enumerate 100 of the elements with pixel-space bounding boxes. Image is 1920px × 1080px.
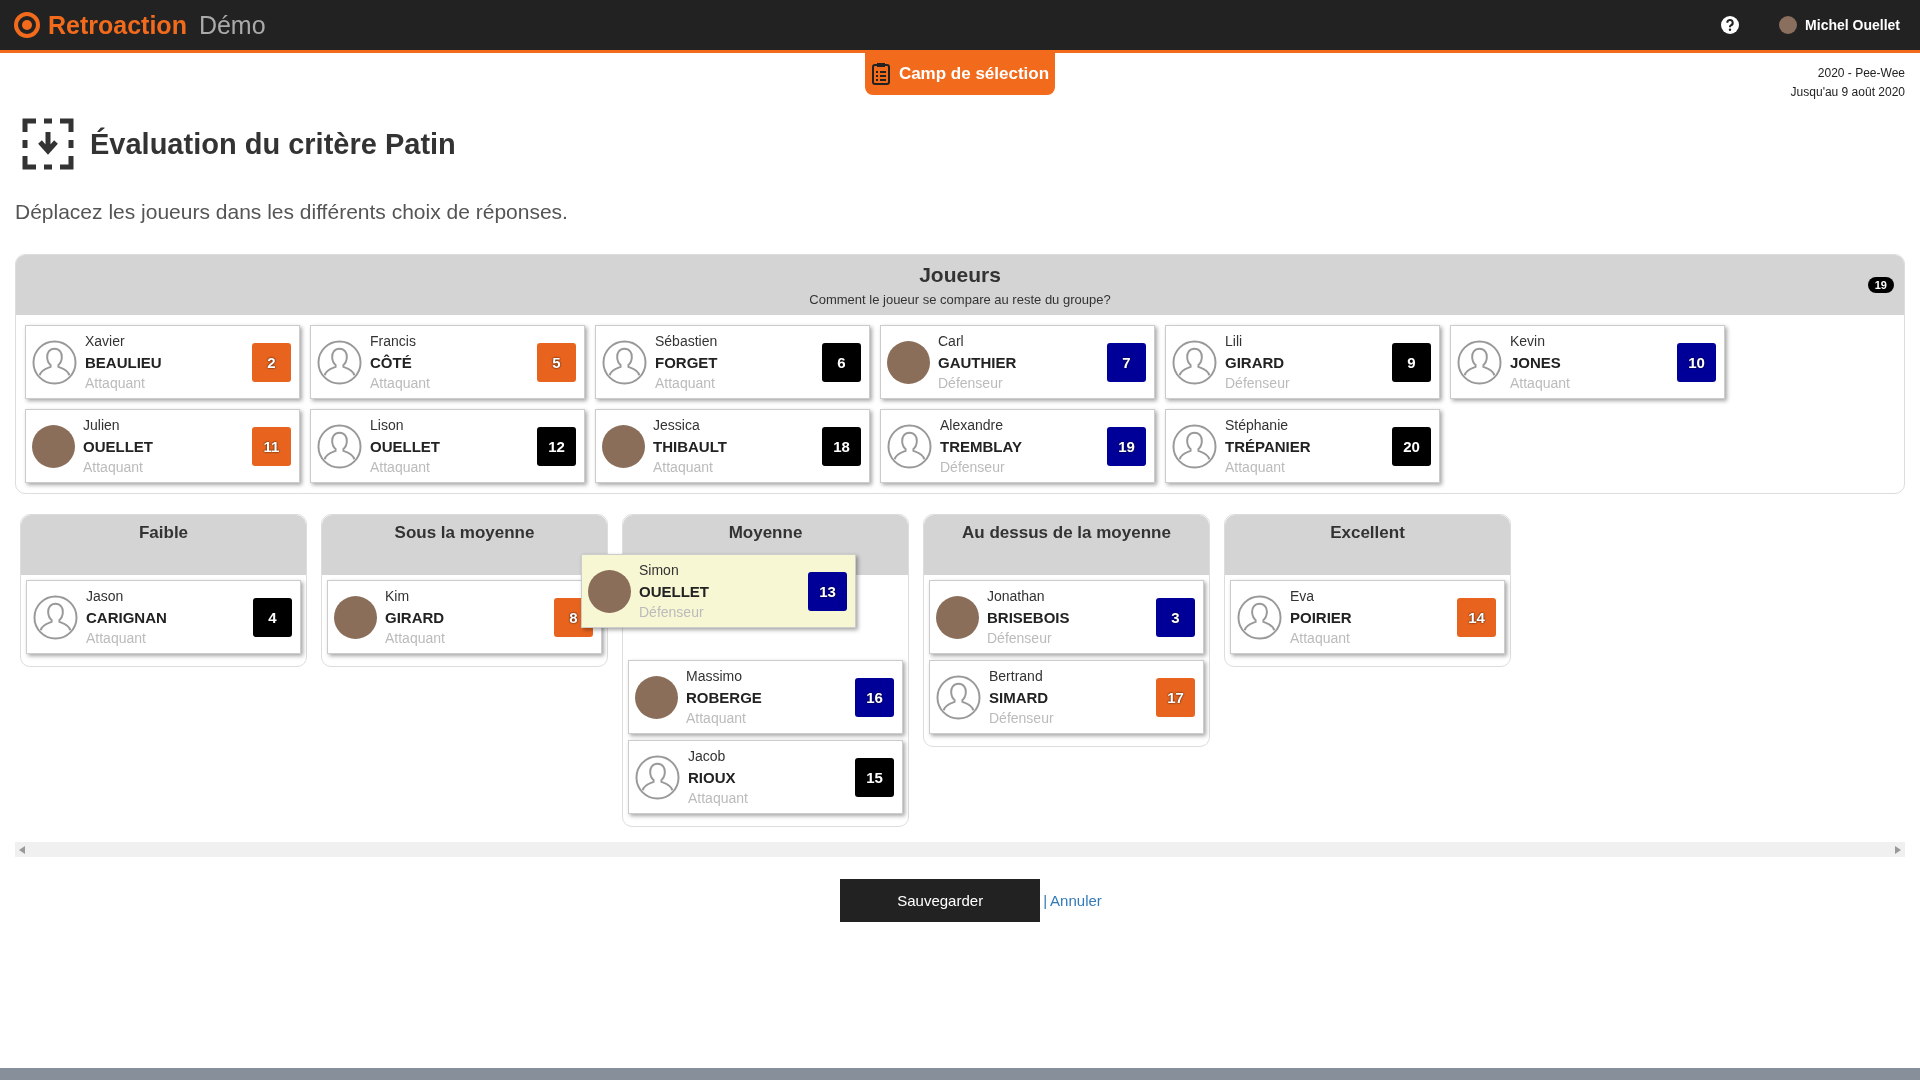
player-card[interactable]: Xavier BEAULIEU Attaquant 2 <box>25 325 300 399</box>
player-first-name: Kim <box>385 586 411 606</box>
page-title: Évaluation du critère Patin <box>90 127 456 161</box>
player-card[interactable]: Kevin JONES Attaquant 10 <box>1450 325 1725 399</box>
help-icon[interactable] <box>1721 16 1740 34</box>
player-first-name: Lison <box>370 415 405 435</box>
photo-placeholder <box>602 424 645 468</box>
player-position: Attaquant <box>83 457 144 477</box>
panel-title: Joueurs <box>919 263 1001 287</box>
player-last-name: JONES <box>1510 352 1562 373</box>
player-count: 19 <box>1867 277 1894 293</box>
player-first-name: Eva <box>1290 586 1316 606</box>
player-position: Attaquant <box>1225 457 1286 477</box>
player-card[interactable]: Simon OUELLET Défenseur 13 <box>581 554 856 628</box>
player-first-name: Francis <box>370 331 417 351</box>
person-silhouette-icon <box>936 674 981 720</box>
player-position: Attaquant <box>370 457 431 477</box>
player-position: Attaquant <box>655 373 716 393</box>
player-last-name: SIMARD <box>989 687 1050 708</box>
person-silhouette-icon <box>602 339 647 385</box>
player-last-name: GAUTHIER <box>938 352 1018 373</box>
jersey-number: 16 <box>855 677 894 717</box>
player-first-name: Lili <box>1225 331 1244 351</box>
jersey-number: 7 <box>1107 342 1146 382</box>
player-position: Défenseur <box>639 602 705 622</box>
rating-title: Faible <box>21 515 306 575</box>
player-card[interactable]: Sébastien FORGET Attaquant 6 <box>595 325 870 399</box>
scroll-left-icon <box>19 845 25 854</box>
player-first-name: Xavier <box>85 331 126 351</box>
player-first-name: Jacob <box>688 746 727 766</box>
player-position: Défenseur <box>987 628 1053 648</box>
player-card[interactable]: Lili GIRARD Défenseur 9 <box>1165 325 1440 399</box>
clipboard-icon <box>870 62 891 86</box>
person-silhouette-icon <box>317 339 362 385</box>
photo-placeholder <box>588 569 631 613</box>
player-position: Défenseur <box>1225 373 1291 393</box>
player-card[interactable]: Lison OUELLET Attaquant 12 <box>310 409 585 483</box>
photo-placeholder <box>936 595 979 639</box>
jersey-number: 11 <box>252 426 291 466</box>
player-card[interactable]: Carl GAUTHIER Défenseur 7 <box>880 325 1155 399</box>
player-card[interactable]: Stéphanie TRÉPANIER Attaquant 20 <box>1165 409 1440 483</box>
person-silhouette-icon <box>32 339 77 385</box>
logo-icon <box>14 12 40 38</box>
rating-title: Excellent <box>1225 515 1510 575</box>
jersey-number: 6 <box>822 342 861 382</box>
player-card[interactable]: Alexandre TREMBLAY Défenseur 19 <box>880 409 1155 483</box>
horizontal-scrollbar[interactable] <box>15 842 1905 857</box>
player-position: Défenseur <box>940 457 1006 477</box>
player-card[interactable]: Eva POIRIER Attaquant 14 <box>1230 580 1505 654</box>
player-position: Attaquant <box>1290 628 1351 648</box>
player-card[interactable]: Bertrand SIMARD Défenseur 17 <box>929 660 1204 734</box>
person-silhouette-icon <box>1457 339 1502 385</box>
player-last-name: GIRARD <box>1225 352 1286 373</box>
season-label: 2020 - Pee-Wee <box>1816 65 1905 82</box>
jersey-number: 20 <box>1392 426 1431 466</box>
cancel-link[interactable]: Annuler <box>1050 892 1102 909</box>
jersey-number: 18 <box>822 426 861 466</box>
photo-placeholder <box>32 424 75 468</box>
player-first-name: Stéphanie <box>1225 415 1290 435</box>
person-silhouette-icon <box>635 754 680 800</box>
player-first-name: Bertrand <box>989 666 1044 686</box>
brand-name: Retroaction <box>48 10 187 40</box>
jersey-number: 17 <box>1156 677 1195 717</box>
user-avatar[interactable] <box>1779 16 1798 34</box>
player-last-name: RIOUX <box>688 767 737 788</box>
user-name[interactable]: Michel Ouellet <box>1805 17 1900 33</box>
player-card[interactable]: Jessica THIBAULT Attaquant 18 <box>595 409 870 483</box>
jersey-number: 15 <box>855 757 894 797</box>
scroll-right-icon <box>1895 845 1901 854</box>
player-card[interactable]: Massimo ROBERGE Attaquant 16 <box>628 660 903 734</box>
player-last-name: OUELLET <box>83 436 154 457</box>
jersey-number: 10 <box>1677 342 1716 382</box>
player-card[interactable]: Jacob RIOUX Attaquant 15 <box>628 740 903 814</box>
player-card[interactable]: Julien OUELLET Attaquant 11 <box>25 409 300 483</box>
jersey-number: 14 <box>1457 597 1496 637</box>
jersey-number: 5 <box>537 342 576 382</box>
player-position: Défenseur <box>989 708 1055 728</box>
player-card[interactable]: Jonathan BRISEBOIS Défenseur 3 <box>929 580 1204 654</box>
player-last-name: OUELLET <box>639 581 710 602</box>
rating-title: Au dessus de la moyenne <box>924 515 1209 575</box>
panel-question: Comment le joueur se compare au reste du groupe? <box>809 292 1111 307</box>
player-last-name: OUELLET <box>370 436 441 457</box>
jersey-number: 9 <box>1392 342 1431 382</box>
photo-placeholder <box>887 340 930 384</box>
save-button[interactable]: Sauvegarder <box>840 879 1041 922</box>
player-card[interactable]: Kim GIRARD Attaquant 8 <box>327 580 602 654</box>
edition-label: Démo <box>198 10 266 40</box>
player-card[interactable]: Jason CARIGNAN Attaquant 4 <box>26 580 301 654</box>
person-silhouette-icon <box>317 423 362 469</box>
player-position: Défenseur <box>938 373 1004 393</box>
player-first-name: Carl <box>938 331 965 351</box>
person-silhouette-icon <box>33 594 78 640</box>
jersey-number: 4 <box>253 597 292 637</box>
jersey-number: 3 <box>1156 597 1195 637</box>
player-position: Attaquant <box>688 788 749 808</box>
player-card[interactable]: Francis CÔTÉ Attaquant 5 <box>310 325 585 399</box>
deadline-label: Jusqu'au 9 août 2020 <box>1790 84 1905 101</box>
player-position: Attaquant <box>385 628 446 648</box>
photo-placeholder <box>334 595 377 639</box>
player-first-name: Sébastien <box>655 331 719 351</box>
